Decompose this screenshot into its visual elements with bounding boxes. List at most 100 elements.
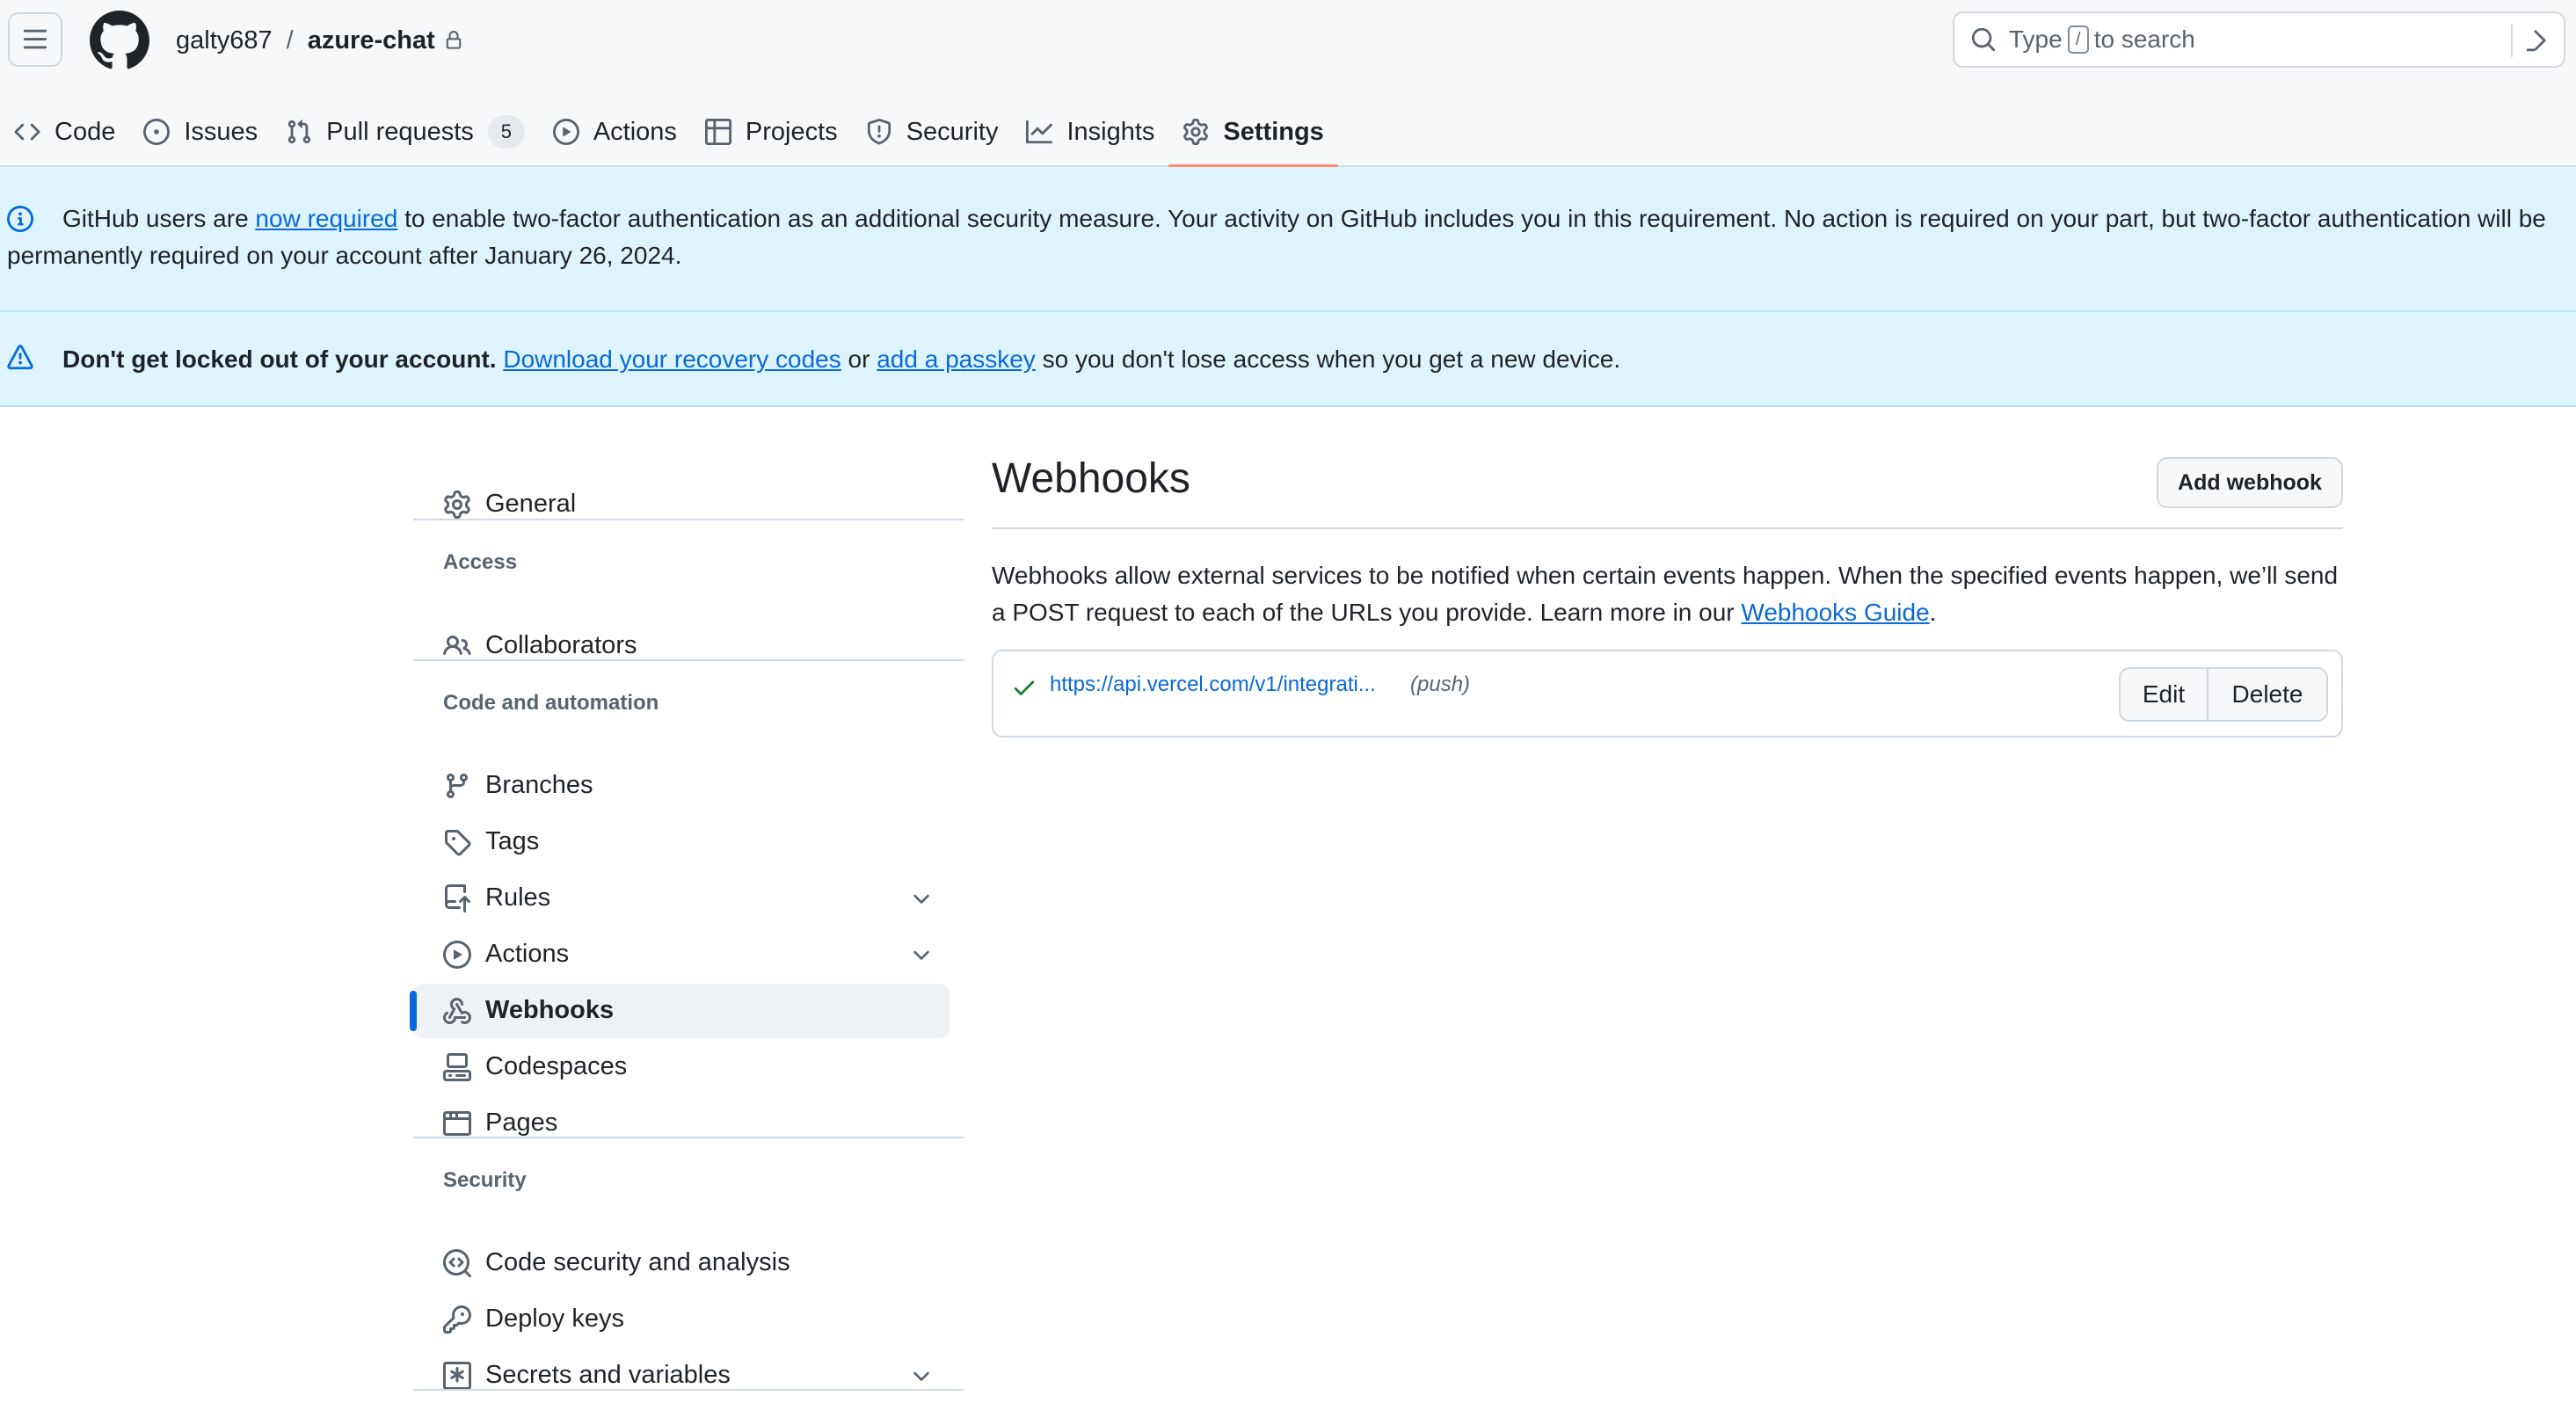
play-icon <box>443 941 471 969</box>
sidebar-item-webhooks[interactable]: Webhooks <box>410 984 950 1038</box>
tab-pull-requests[interactable]: Pull requests 5 <box>272 97 539 167</box>
tab-actions-label: Actions <box>593 117 677 146</box>
sidebar-item-code-security-label: Code security and analysis <box>485 1248 790 1276</box>
tab-settings-label: Settings <box>1223 117 1324 146</box>
sidebar-divider <box>413 1389 964 1391</box>
sidebar-item-deploy-keys[interactable]: Deploy keys <box>413 1292 950 1347</box>
title-divider <box>992 527 2343 529</box>
chevron-down-icon[interactable] <box>909 887 934 912</box>
gear-icon <box>1183 119 1209 145</box>
sidebar-item-actions[interactable]: Actions <box>413 927 950 982</box>
two-factor-banner-prefix: GitHub users are <box>62 205 256 232</box>
sidebar-item-general[interactable]: General <box>413 477 950 532</box>
play-icon <box>552 119 579 145</box>
github-logo-link[interactable] <box>90 11 149 70</box>
sidebar-item-branches-label: Branches <box>485 771 593 799</box>
command-palette-icon[interactable] <box>2527 27 2553 54</box>
sidebar-item-rules-label: Rules <box>485 883 551 912</box>
sidebar-item-secrets[interactable]: Secrets and variables <box>413 1348 950 1403</box>
tab-actions[interactable]: Actions <box>539 97 691 167</box>
search-shortcut-key: / <box>2067 25 2089 54</box>
delete-button[interactable]: Delete <box>2209 667 2328 722</box>
search-placeholder-suffix: to search <box>2093 25 2195 53</box>
repo-nav-tabs: Code Issues Pull requests 5 Actions Proj… <box>0 97 1339 168</box>
hamburger-icon <box>23 29 47 49</box>
sidebar-item-general-label: General <box>485 490 577 518</box>
tab-projects[interactable]: Projects <box>691 97 852 167</box>
tab-projects-label: Projects <box>745 117 838 146</box>
sidebar-item-secrets-label: Secrets and variables <box>485 1361 731 1389</box>
sidebar-group-access: Access <box>443 550 518 574</box>
search-icon <box>1971 27 1996 52</box>
recovery-or-text: or <box>840 345 877 373</box>
webhook-list: https://api.vercel.com/v1/integrati... (… <box>992 650 2343 738</box>
sidebar-divider <box>413 659 964 661</box>
people-icon <box>443 635 471 656</box>
search-input[interactable]: Type / to search <box>1953 11 2565 68</box>
tab-code[interactable]: Code <box>0 97 129 167</box>
issue-icon <box>143 119 171 145</box>
webhooks-description: Webhooks allow external services to be n… <box>992 557 2343 631</box>
tab-settings[interactable]: Settings <box>1168 97 1339 168</box>
breadcrumb: galty687 / azure-chat <box>176 23 463 58</box>
menu-button[interactable] <box>8 12 62 67</box>
two-factor-banner-text: GitHub users are now required to enable … <box>7 200 2576 274</box>
chevron-down-icon[interactable] <box>909 1364 934 1389</box>
gear-icon <box>444 491 470 519</box>
webhook-icon <box>443 997 471 1024</box>
repo-push-icon <box>445 884 470 912</box>
alert-icon <box>7 345 33 370</box>
webhooks-guide-link[interactable]: Webhooks Guide <box>1741 599 1929 626</box>
add-passkey-link[interactable]: add a passkey <box>877 345 1036 373</box>
sidebar-group-code-automation: Code and automation <box>443 691 659 715</box>
graph-icon <box>1026 120 1053 144</box>
sidebar-item-webhooks-label: Webhooks <box>485 996 615 1024</box>
codespaces-icon <box>443 1053 471 1081</box>
breadcrumb-separator: / <box>286 25 294 55</box>
recovery-codes-suffix: so you don't lose access when you get a … <box>1035 345 1621 373</box>
sidebar-item-branches[interactable]: Branches <box>413 759 950 813</box>
lock-icon <box>446 31 462 49</box>
page-title: Webhooks <box>992 455 1190 502</box>
sidebar-item-rules[interactable]: Rules <box>413 871 950 926</box>
webhook-url-link[interactable]: https://api.vercel.com/v1/integrati... <box>1050 672 1376 697</box>
tab-security-label: Security <box>906 117 999 146</box>
sidebar-divider <box>413 1137 964 1138</box>
pull-request-icon <box>287 120 311 144</box>
check-icon <box>1014 680 1035 695</box>
recovery-codes-banner-text: Don't get locked out of your account. Do… <box>62 341 1620 378</box>
edit-button[interactable]: Edit <box>2119 667 2209 722</box>
two-factor-banner: GitHub users are now required to enable … <box>0 167 2576 312</box>
tab-insights-label: Insights <box>1066 117 1155 146</box>
webhooks-description-text: Webhooks allow external services to be n… <box>992 562 2339 626</box>
add-webhook-button[interactable]: Add webhook <box>2157 457 2343 508</box>
sidebar-item-code-security[interactable]: Code security and analysis <box>413 1236 950 1290</box>
repo-header: galty687 / azure-chat Type / to search C… <box>0 0 2576 168</box>
sidebar-item-pages[interactable]: Pages <box>413 1096 950 1151</box>
sidebar-item-collaborators-label: Collaborators <box>485 631 637 659</box>
code-icon <box>14 123 40 141</box>
tab-issues[interactable]: Issues <box>129 97 272 167</box>
repo-owner-link[interactable]: galty687 <box>176 26 273 55</box>
now-required-link[interactable]: now required <box>255 205 397 232</box>
key-icon <box>443 1305 471 1334</box>
tab-insights[interactable]: Insights <box>1012 97 1168 167</box>
search-placeholder: Type / to search <box>2009 25 2195 54</box>
pull-requests-count-badge: 5 <box>487 115 525 149</box>
search-divider <box>2511 24 2513 57</box>
sidebar-item-actions-label: Actions <box>485 940 570 968</box>
recovery-codes-banner: Don't get locked out of your account. Do… <box>0 312 2576 407</box>
tab-pull-requests-label: Pull requests <box>326 117 474 146</box>
codescan-icon <box>443 1249 471 1277</box>
sidebar-item-tags[interactable]: Tags <box>413 815 950 869</box>
asterisk-icon <box>443 1362 471 1390</box>
sidebar-divider <box>413 519 964 520</box>
download-recovery-codes-link[interactable]: Download your recovery codes <box>503 345 840 373</box>
git-branch-icon <box>446 774 468 799</box>
browser-icon <box>443 1111 471 1136</box>
tab-security[interactable]: Security <box>852 97 1013 167</box>
sidebar-item-collaborators[interactable]: Collaborators <box>413 619 950 673</box>
sidebar-item-codespaces[interactable]: Codespaces <box>413 1040 950 1094</box>
repo-name-link[interactable]: azure-chat <box>308 26 435 55</box>
chevron-down-icon[interactable] <box>909 943 934 968</box>
